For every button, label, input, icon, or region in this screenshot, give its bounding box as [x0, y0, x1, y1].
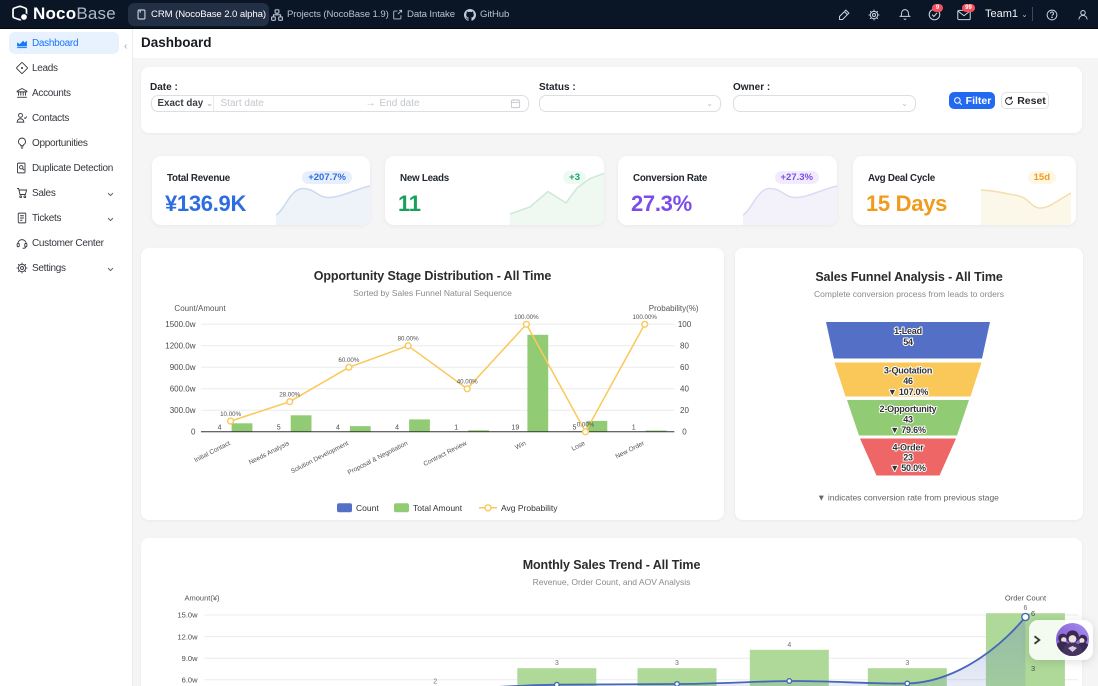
svg-text:4: 4: [395, 424, 399, 431]
svg-text:0: 0: [191, 428, 196, 437]
svg-text:Contract Review: Contract Review: [422, 440, 468, 468]
svg-text:4: 4: [218, 424, 222, 431]
svg-text:3: 3: [675, 660, 679, 667]
svg-text:Needs Analysis: Needs Analysis: [248, 440, 291, 467]
svg-text:15.0w: 15.0w: [177, 611, 198, 620]
svg-text:80: 80: [680, 342, 689, 351]
svg-text:▼ 79.6%: ▼ 79.6%: [890, 425, 926, 435]
svg-text:900.0w: 900.0w: [170, 363, 196, 372]
svg-text:Amount(¥): Amount(¥): [184, 594, 220, 603]
svg-text:Lose: Lose: [571, 440, 587, 453]
svg-text:3: 3: [1031, 664, 1035, 673]
svg-text:19: 19: [512, 424, 520, 431]
svg-text:100: 100: [678, 320, 692, 329]
svg-text:23: 23: [903, 453, 913, 463]
svg-text:46: 46: [903, 376, 913, 386]
svg-text:Order Count: Order Count: [1005, 594, 1047, 603]
svg-text:1-Lead: 1-Lead: [894, 326, 922, 336]
svg-text:9.0w: 9.0w: [182, 654, 198, 663]
svg-text:Initial Contact: Initial Contact: [193, 440, 231, 464]
svg-text:4-Order: 4-Order: [892, 443, 924, 453]
svg-text:▼ 50.0%: ▼ 50.0%: [890, 463, 926, 473]
svg-text:43: 43: [903, 415, 913, 425]
svg-text:▼ 107.0%: ▼ 107.0%: [888, 387, 929, 397]
svg-text:1200.0w: 1200.0w: [165, 342, 195, 351]
svg-text:3: 3: [905, 660, 909, 667]
svg-text:100.00%: 100.00%: [514, 314, 539, 321]
svg-text:6: 6: [1031, 609, 1035, 618]
svg-text:Win: Win: [514, 440, 527, 451]
svg-text:3-Quotation: 3-Quotation: [884, 366, 932, 376]
svg-text:3: 3: [555, 660, 559, 667]
svg-text:Total Amount: Total Amount: [413, 503, 463, 513]
svg-text:300.0w: 300.0w: [170, 406, 196, 415]
svg-text:0.00%: 0.00%: [577, 422, 595, 429]
svg-text:Proposal & Negotiation: Proposal & Negotiation: [347, 440, 410, 477]
svg-text:1: 1: [454, 424, 458, 431]
svg-text:Probability(%): Probability(%): [649, 304, 699, 313]
svg-text:Count: Count: [356, 503, 379, 513]
svg-text:▼ indicates conversion rate fr: ▼ indicates conversion rate from previou…: [817, 493, 999, 503]
svg-text:40.00%: 40.00%: [457, 379, 478, 386]
svg-text:1500.0w: 1500.0w: [165, 320, 195, 329]
svg-text:4: 4: [336, 424, 340, 431]
svg-text:54: 54: [903, 337, 913, 347]
svg-text:600.0w: 600.0w: [170, 385, 196, 394]
svg-text:20: 20: [680, 406, 689, 415]
svg-text:40: 40: [680, 385, 689, 394]
svg-text:1: 1: [632, 424, 636, 431]
svg-text:60.00%: 60.00%: [338, 357, 359, 364]
svg-text:2: 2: [433, 679, 437, 686]
svg-text:4: 4: [787, 642, 791, 649]
svg-text:New Order: New Order: [614, 440, 646, 461]
svg-text:0: 0: [682, 428, 687, 437]
svg-text:2-Opportunity: 2-Opportunity: [880, 404, 937, 414]
svg-text:Count/Amount: Count/Amount: [174, 304, 226, 313]
svg-text:6: 6: [1023, 605, 1027, 612]
svg-text:Solution Development: Solution Development: [290, 440, 350, 475]
svg-text:10.00%: 10.00%: [220, 411, 241, 418]
svg-text:6.0w: 6.0w: [182, 676, 198, 685]
svg-text:100.00%: 100.00%: [632, 314, 657, 321]
svg-text:12.0w: 12.0w: [177, 632, 198, 641]
svg-text:Avg Probability: Avg Probability: [501, 503, 558, 513]
svg-text:60: 60: [680, 363, 689, 372]
svg-text:80.00%: 80.00%: [398, 336, 419, 343]
svg-text:28.00%: 28.00%: [279, 392, 300, 399]
svg-text:5: 5: [277, 424, 281, 431]
